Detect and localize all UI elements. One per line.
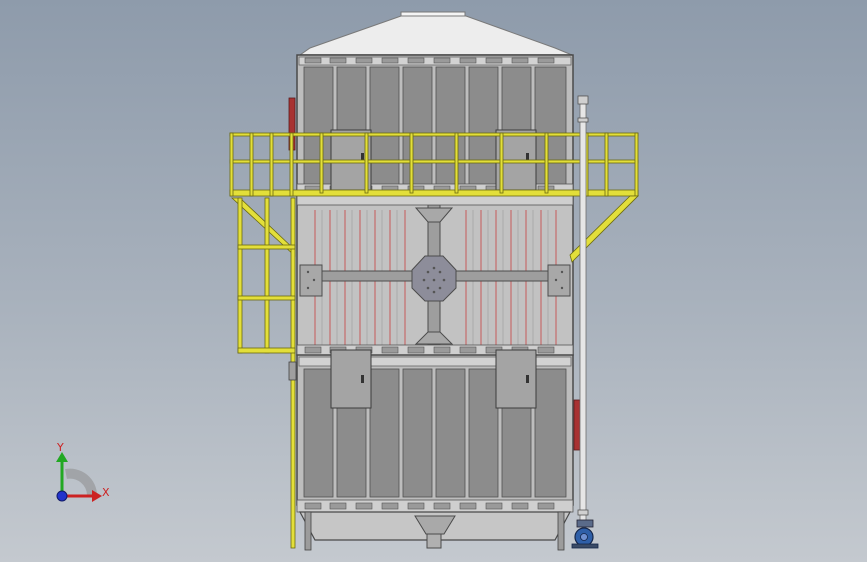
x-axis-label: X [102, 486, 110, 499]
middle-filter-section [296, 194, 574, 356]
base-leg-right [557, 511, 565, 551]
lower-side-port [573, 399, 581, 451]
lower-housing [296, 349, 581, 513]
base-leg-left [304, 511, 312, 551]
coordinate-triad[interactable]: Y X [40, 440, 130, 520]
upper-housing [288, 54, 574, 196]
cad-model-view[interactable] [0, 0, 867, 562]
lower-access-door-left [330, 349, 372, 409]
lower-access-door-right [495, 349, 537, 409]
roof-hood [298, 11, 573, 56]
pump [571, 519, 599, 549]
base-hopper [298, 511, 572, 551]
cad-viewport[interactable]: Y X [0, 0, 867, 562]
triad-origin [56, 490, 68, 502]
ladder-hatch [288, 361, 297, 381]
triad-rotation-arc [65, 468, 97, 496]
triad-graphic [56, 452, 102, 502]
y-axis-label: Y [57, 441, 64, 454]
